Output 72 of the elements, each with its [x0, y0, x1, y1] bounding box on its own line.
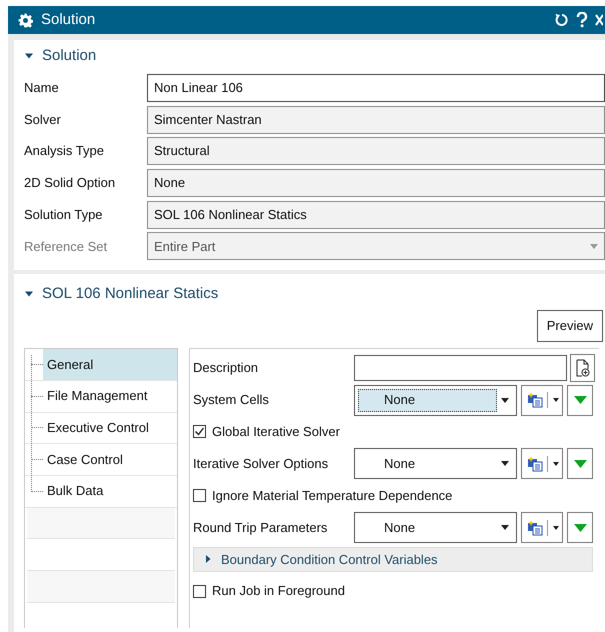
expand-button[interactable]: [567, 448, 593, 480]
option-label: Iterative Solver Options: [193, 455, 330, 474]
field-value: SOL 106 Nonlinear Statics: [154, 206, 308, 224]
caret-icon: [501, 525, 509, 530]
field-value: Structural: [154, 142, 211, 160]
caret-icon: [553, 526, 559, 530]
field-label: Name: [24, 79, 60, 98]
tree-item[interactable]: Bulk Data: [43, 476, 177, 507]
field-label: Analysis Type: [24, 142, 105, 160]
selector-value: None: [384, 455, 416, 474]
list-menu-button[interactable]: [521, 384, 563, 416]
option-label: System Cells: [193, 391, 270, 410]
list-menu-button[interactable]: [521, 512, 563, 543]
preview-button[interactable]: Preview: [536, 310, 603, 342]
input-field[interactable]: Non Linear 106: [147, 74, 605, 102]
section-title: SOL 106 Nonlinear Statics: [42, 284, 218, 304]
expand-button[interactable]: [567, 384, 593, 416]
option-label: Round Trip Parameters: [193, 518, 328, 537]
reset-icon[interactable]: [554, 13, 568, 27]
down-triangle-icon: [574, 460, 586, 468]
section-title: Solution: [42, 46, 96, 66]
caret-icon: [553, 398, 559, 402]
field-label: Solver: [24, 110, 62, 129]
selector-dropdown[interactable]: None: [354, 512, 517, 543]
caret-icon: [501, 461, 509, 466]
window-title: Solution: [41, 10, 96, 30]
readonly-field[interactable]: Simcenter Nastran: [147, 106, 605, 134]
readonly-field[interactable]: Structural: [147, 137, 605, 166]
gear-icon: [18, 12, 33, 28]
collapse-triangle-icon[interactable]: [24, 51, 34, 61]
add-document-button[interactable]: [570, 354, 595, 382]
field-label: Solution Type: [24, 206, 104, 224]
field-value: Entire Part: [154, 238, 216, 256]
checkbox-label: Run Job in Foreground: [212, 582, 345, 600]
selector-dropdown[interactable]: None: [354, 384, 517, 416]
list-window-icon: [526, 456, 542, 472]
tree-item[interactable]: File Management: [43, 380, 177, 412]
caret-icon: [553, 462, 559, 466]
checkbox[interactable]: [193, 425, 206, 438]
readonly-field[interactable]: None: [147, 168, 605, 197]
tree-item[interactable]: Case Control: [43, 444, 177, 475]
group-title: Boundary Condition Control Variables: [221, 550, 438, 569]
selector-value: None: [384, 391, 416, 410]
checkbox-label: Ignore Material Temperature Dependence: [212, 486, 452, 505]
help-icon[interactable]: [576, 12, 588, 28]
option-label: Description: [193, 359, 260, 378]
checkbox[interactable]: [193, 489, 206, 502]
selector-value: None: [384, 518, 416, 537]
field-value: Non Linear 106: [154, 79, 244, 98]
field-label: 2D Solid Option: [24, 174, 116, 192]
caret-icon: [501, 398, 509, 403]
selector-dropdown[interactable]: None: [354, 448, 517, 480]
caret-icon: [590, 244, 598, 249]
down-triangle-icon: [574, 396, 586, 404]
down-triangle-icon: [574, 524, 586, 532]
field-value: Simcenter Nastran: [154, 110, 263, 129]
close-icon[interactable]: [595, 13, 603, 27]
add-document-icon: [576, 359, 590, 378]
readonly-field[interactable]: SOL 106 Nonlinear Statics: [147, 200, 605, 229]
expand-button[interactable]: [567, 512, 593, 543]
expand-triangle-icon[interactable]: [203, 554, 213, 564]
tree-item[interactable]: Executive Control: [43, 412, 177, 444]
checkbox[interactable]: [193, 584, 206, 598]
description-field[interactable]: [354, 355, 567, 382]
tree-item[interactable]: General: [43, 349, 177, 380]
checkbox-label: Global Iterative Solver: [212, 423, 340, 442]
list-window-icon: [526, 392, 542, 408]
field-value: None: [154, 174, 186, 192]
list-menu-button[interactable]: [521, 448, 563, 480]
collapsed-group-bar[interactable]: Boundary Condition Control Variables: [193, 546, 593, 572]
field-label: Reference Set: [24, 238, 108, 256]
list-window-icon: [526, 520, 542, 536]
